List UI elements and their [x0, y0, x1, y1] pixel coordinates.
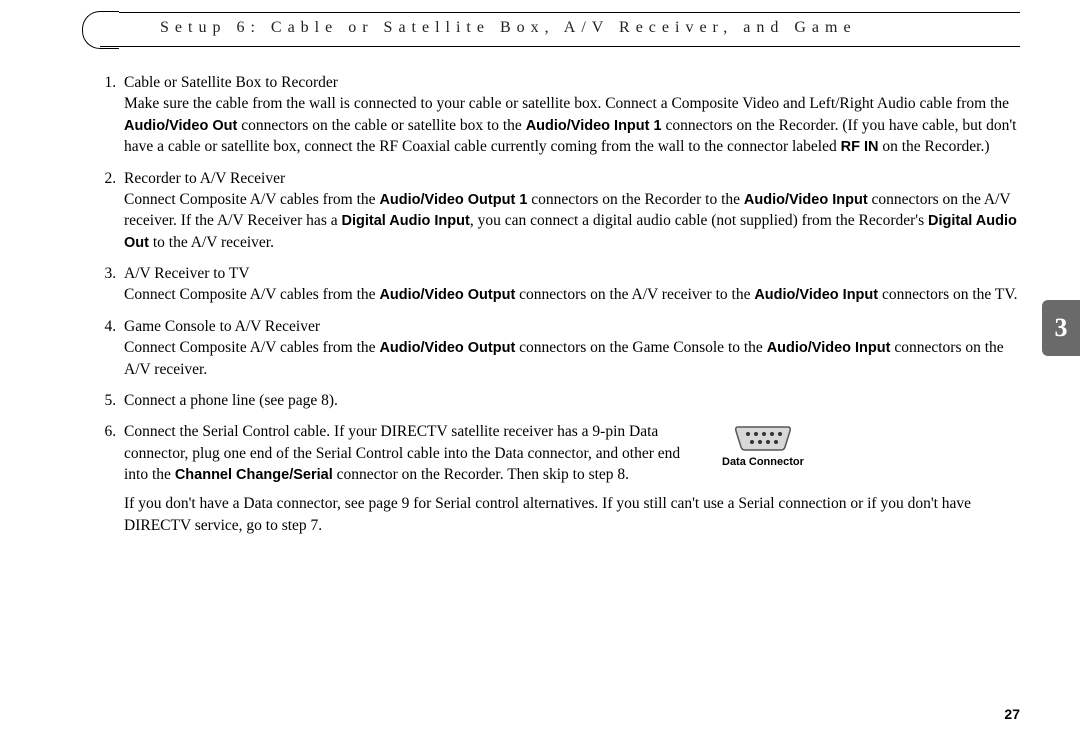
text: connectors on the TV. — [878, 286, 1017, 303]
chapter-tab: 3 — [1042, 300, 1080, 356]
text: Connect Composite A/V cables from the — [124, 286, 379, 303]
bold-term: Digital Audio Input — [341, 213, 469, 229]
step-body: Connect Composite A/V cables from the Au… — [124, 337, 1020, 380]
bold-term: Channel Change/Serial — [175, 467, 333, 483]
step-5: Connect a phone line (see page 8). — [120, 390, 1020, 411]
text: connectors on the A/V receiver to the — [515, 286, 754, 303]
step-body: Connect the Serial Control cable. If you… — [124, 421, 704, 485]
page-number: 27 — [1004, 706, 1020, 722]
step-title: Cable or Satellite Box to Recorder — [124, 72, 1020, 93]
step-body: Make sure the cable from the wall is con… — [124, 93, 1020, 157]
bold-term: Audio/Video Output — [379, 287, 515, 303]
step-body: Connect Composite A/V cables from the Au… — [124, 284, 1020, 305]
text: Make sure the cable from the wall is con… — [124, 95, 1009, 112]
chapter-header: Setup 6: Cable or Satellite Box, A/V Rec… — [80, 12, 1020, 50]
page: Setup 6: Cable or Satellite Box, A/V Rec… — [0, 0, 1080, 536]
step-body: Connect Composite A/V cables from the Au… — [124, 189, 1020, 253]
chapter-number: 3 — [1055, 313, 1068, 343]
step-title: A/V Receiver to TV — [124, 263, 1020, 284]
header-title: Setup 6: Cable or Satellite Box, A/V Rec… — [160, 19, 980, 37]
step-title: Connect a phone line (see page 8). — [124, 390, 1020, 411]
header-rule-bottom — [100, 46, 1020, 47]
step-6: Connect the Serial Control cable. If you… — [120, 421, 1020, 536]
text: connector on the Recorder. Then skip to … — [333, 466, 629, 483]
bold-term: Audio/Video Input — [754, 287, 878, 303]
bold-term: Audio/Video Input 1 — [526, 118, 662, 134]
bold-term: Audio/Video Output 1 — [379, 192, 527, 208]
step-title: Recorder to A/V Receiver — [124, 168, 1020, 189]
bold-term: Audio/Video Output — [379, 340, 515, 356]
text: , you can connect a digital audio cable … — [470, 212, 928, 229]
header-rule-top — [100, 12, 1020, 13]
text: to the A/V receiver. — [149, 234, 274, 251]
bold-term: Audio/Video Out — [124, 118, 237, 134]
text: Connect Composite A/V cables from the — [124, 191, 379, 208]
step-title: Game Console to A/V Receiver — [124, 316, 1020, 337]
step-3: A/V Receiver to TV Connect Composite A/V… — [120, 263, 1020, 306]
figure-caption: Data Connector — [722, 455, 804, 470]
steps-list: Cable or Satellite Box to Recorder Make … — [100, 72, 1020, 536]
bold-term: RF IN — [841, 139, 879, 155]
bold-term: Audio/Video Input — [744, 192, 868, 208]
step-1: Cable or Satellite Box to Recorder Make … — [120, 72, 1020, 158]
data-connector-figure: Data Connector — [722, 423, 804, 470]
text: connectors on the Recorder to the — [527, 191, 744, 208]
step-4: Game Console to A/V Receiver Connect Com… — [120, 316, 1020, 380]
text: on the Recorder.) — [878, 138, 989, 155]
bold-term: Audio/Video Input — [767, 340, 891, 356]
text: connectors on the cable or satellite box… — [237, 117, 525, 134]
step-body-2: If you don't have a Data connector, see … — [124, 493, 1020, 536]
header-arc — [82, 11, 119, 49]
db9-connector-icon — [734, 423, 792, 453]
step-2: Recorder to A/V Receiver Connect Composi… — [120, 168, 1020, 254]
text: Connect Composite A/V cables from the — [124, 339, 379, 356]
text: connectors on the Game Console to the — [515, 339, 766, 356]
